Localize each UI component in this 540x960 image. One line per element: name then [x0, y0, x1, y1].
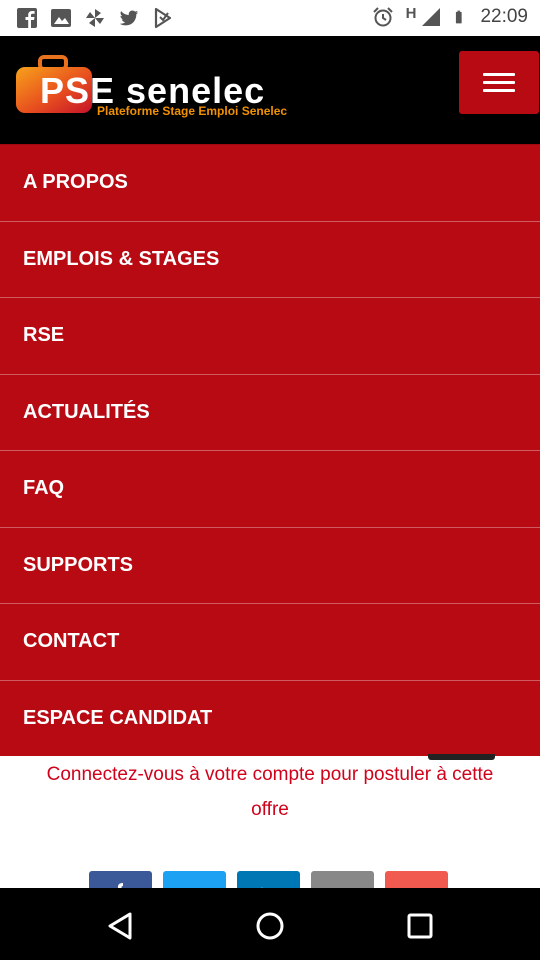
menu-item-label: ESPACE CANDIDAT — [23, 706, 213, 729]
play-store-icon — [154, 7, 172, 29]
menu-item-actualites[interactable]: ACTUALITÉS — [0, 373, 540, 451]
system-nav-bar — [0, 888, 540, 960]
menu-toggle-button[interactable] — [459, 51, 539, 114]
menu-item-rse[interactable]: RSE — [0, 297, 540, 374]
logo-tagline: Plateforme Stage Emploi Senelec — [97, 104, 288, 118]
home-icon[interactable] — [250, 906, 290, 946]
notification-icons — [16, 7, 174, 29]
main-menu: A PROPOS EMPLOIS & STAGES RSE ACTUALITÉS… — [0, 144, 540, 756]
alarm-icon — [372, 7, 393, 27]
hamburger-icon-bar — [483, 89, 515, 92]
recents-icon[interactable] — [400, 906, 440, 946]
site-header: PSE senelec Plateforme Stage Emploi Sene… — [0, 36, 540, 144]
battery-icon — [456, 10, 463, 24]
facebook-icon — [17, 8, 37, 28]
network-type-label: H — [405, 4, 417, 22]
menu-item-label: A PROPOS — [23, 171, 128, 194]
menu-item-faq[interactable]: FAQ — [0, 450, 540, 527]
site-logo[interactable]: PSE senelec Plateforme Stage Emploi Sene… — [14, 53, 314, 133]
menu-item-label: ACTUALITÉS — [23, 400, 150, 423]
menu-item-espace-candidat[interactable]: ESPACE CANDIDAT — [0, 679, 540, 757]
twitter-icon — [119, 10, 139, 26]
clock: 22:09 — [480, 6, 528, 27]
pinwheel-icon — [86, 9, 104, 27]
status-bar: H 22:09 — [0, 0, 540, 36]
signal-icon — [422, 8, 441, 26]
hamburger-icon — [483, 73, 515, 76]
menu-item-label: SUPPORTS — [23, 553, 134, 576]
login-prompt-link[interactable]: Connectez-vous à votre compte pour postu… — [30, 757, 510, 827]
system-status: H 22:09 — [372, 4, 528, 28]
hamburger-icon-bar — [483, 81, 515, 84]
menu-item-label: EMPLOIS & STAGES — [23, 247, 220, 270]
menu-item-label: CONTACT — [23, 630, 120, 653]
menu-item-emplois-stages[interactable]: EMPLOIS & STAGES — [0, 220, 540, 298]
menu-item-a-propos[interactable]: A PROPOS — [0, 144, 540, 221]
menu-item-contact[interactable]: CONTACT — [0, 603, 540, 680]
menu-item-label: RSE — [23, 324, 65, 347]
menu-item-label: FAQ — [23, 477, 65, 500]
back-icon[interactable] — [100, 906, 140, 946]
menu-item-supports[interactable]: SUPPORTS — [0, 526, 540, 604]
gallery-icon — [51, 9, 71, 27]
